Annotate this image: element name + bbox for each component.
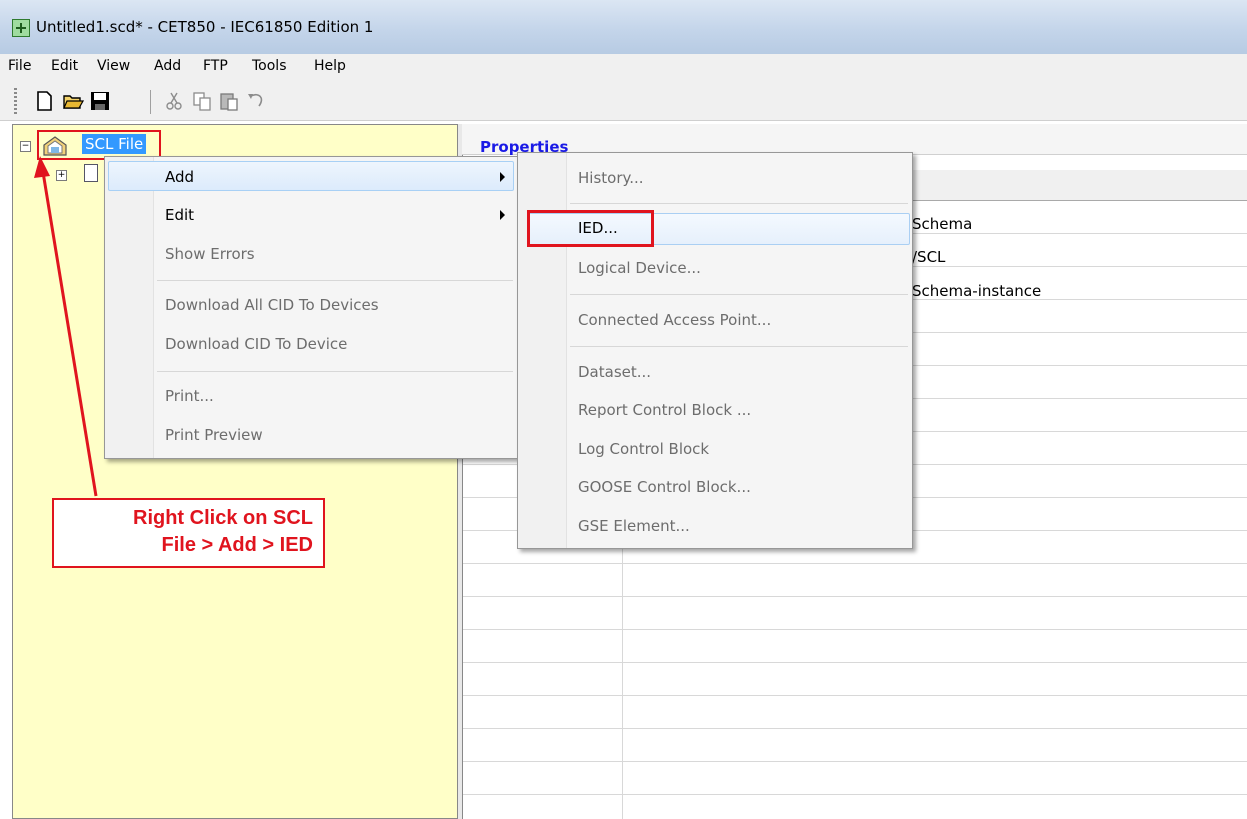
document-icon[interactable]	[84, 164, 98, 182]
menu-separator	[570, 294, 908, 295]
submenu-goose-control-block[interactable]: GOOSE Control Block...	[578, 478, 751, 496]
property-value-schema-instance[interactable]: Schema-instance	[912, 282, 1041, 300]
menu-tools[interactable]: Tools	[252, 58, 287, 74]
annotation-line-1: Right Click on SCL	[133, 507, 313, 529]
menu-separator	[570, 203, 908, 204]
property-value-scl[interactable]: /SCL	[912, 248, 945, 266]
submenu-gse-element[interactable]: GSE Element...	[578, 517, 690, 535]
new-file-icon[interactable]	[33, 90, 55, 112]
properties-header	[462, 124, 1247, 155]
menu-edit[interactable]: Edit	[51, 58, 78, 74]
context-menu: Add Edit Show Errors Download All CID To…	[104, 156, 518, 459]
cut-icon[interactable]	[163, 90, 185, 112]
menu-help[interactable]: Help	[314, 58, 346, 74]
menu-add[interactable]: Add	[154, 58, 181, 74]
menu-view[interactable]: View	[97, 58, 130, 74]
submenu-history[interactable]: History...	[578, 169, 644, 187]
context-menu-show-errors[interactable]: Show Errors	[165, 245, 255, 263]
paste-icon[interactable]	[218, 90, 240, 112]
toolbar-separator	[150, 90, 151, 114]
property-value-schema[interactable]: Schema	[912, 215, 972, 233]
menu-ftp[interactable]: FTP	[203, 58, 228, 74]
copy-icon[interactable]	[191, 90, 213, 112]
context-menu-print[interactable]: Print...	[165, 387, 214, 405]
submenu-connected-access-point[interactable]: Connected Access Point...	[578, 311, 771, 329]
menu-bar: File Edit View Add FTP Tools Help	[0, 54, 1247, 80]
context-menu-print-preview[interactable]: Print Preview	[165, 426, 263, 444]
submenu-log-control-block[interactable]: Log Control Block	[578, 440, 709, 458]
expand-icon[interactable]: +	[56, 170, 67, 181]
collapse-icon[interactable]: −	[20, 141, 31, 152]
context-menu-download-one[interactable]: Download CID To Device	[165, 335, 347, 353]
menu-separator	[157, 371, 513, 372]
undo-icon[interactable]	[245, 90, 267, 112]
menu-file[interactable]: File	[8, 58, 31, 74]
submenu-report-control-block[interactable]: Report Control Block ...	[578, 401, 751, 419]
submenu-arrow-icon	[500, 172, 505, 182]
menu-separator	[157, 280, 513, 281]
context-menu-add[interactable]: Add	[165, 168, 194, 186]
submenu-logical-device[interactable]: Logical Device...	[578, 259, 701, 277]
save-icon[interactable]	[89, 90, 111, 112]
menu-separator	[570, 346, 908, 347]
context-menu-edit[interactable]: Edit	[165, 206, 194, 224]
window-title: Untitled1.scd* - CET850 - IEC61850 Editi…	[36, 18, 374, 36]
app-icon	[12, 19, 30, 37]
context-menu-gutter	[105, 157, 154, 458]
submenu-dataset[interactable]: Dataset...	[578, 363, 651, 381]
toolbar	[0, 80, 1247, 121]
toolbar-grip[interactable]	[14, 88, 17, 114]
annotation-callout: Right Click on SCL File > Add > IED	[52, 498, 325, 568]
annotation-line-2: File > Add > IED	[161, 534, 313, 556]
ied-highlight-box	[527, 210, 654, 247]
open-folder-icon[interactable]	[62, 90, 84, 112]
submenu-arrow-icon	[500, 210, 505, 220]
context-menu-download-all[interactable]: Download All CID To Devices	[165, 296, 379, 314]
